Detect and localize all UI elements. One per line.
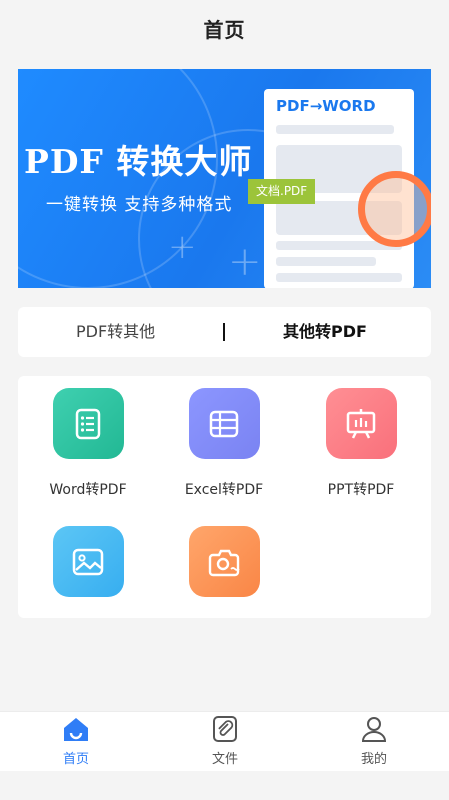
magnifier-icon (358, 171, 431, 247)
tab-other-to-pdf[interactable]: 其他转PDF (283, 307, 367, 357)
tab-mine[interactable]: 我的 (324, 712, 424, 767)
tab-files[interactable]: 文件 (175, 712, 275, 767)
top-header: 首页 (0, 0, 449, 56)
presentation-icon (325, 388, 397, 459)
image-icon (52, 526, 124, 597)
tab-label: 首页 (62, 752, 89, 767)
tool-label: Excel转PDF (184, 482, 264, 498)
doc-tag: 文档.PDF (248, 179, 316, 204)
page-title: 首页 (203, 17, 246, 42)
plus-decoration-icon: + (228, 239, 262, 285)
home-icon (64, 718, 88, 741)
conversion-mode-switch: PDF转其他 其他转PDF (18, 307, 431, 357)
bottom-tab-bar: 首页 文件 我的 (0, 711, 449, 771)
tab-label: 文件 (211, 752, 238, 767)
camera-icon (188, 526, 260, 597)
bottom-safe-area (0, 771, 449, 800)
banner-subtitle: 一键转换 支持多种格式 (46, 195, 233, 215)
tool-ppt-to-pdf[interactable]: PPT转PDF (291, 388, 431, 499)
tool-label: PPT转PDF (327, 482, 395, 498)
tool-excel-to-pdf[interactable]: Excel转PDF (154, 388, 294, 499)
doc-heading: PDF→WORD (276, 97, 376, 115)
tab-home[interactable]: 首页 (26, 712, 126, 767)
tools-panel: Word转PDF Excel转PDF PPT转PDF (18, 376, 431, 618)
spreadsheet-icon (188, 388, 260, 459)
user-icon (361, 717, 387, 742)
tab-label: 我的 (360, 752, 387, 767)
file-clip-icon (213, 716, 237, 742)
tool-photo-to-pdf[interactable] (154, 526, 294, 597)
tool-image-to-pdf[interactable] (18, 526, 158, 597)
tab-divider (223, 323, 225, 341)
tool-label: Word转PDF (49, 482, 127, 498)
promo-banner[interactable]: + + PDF→WORD 文档.PDF PDF 转换大师 一键转换 支持多种格式 (18, 69, 431, 288)
plus-decoration-icon: + (168, 227, 197, 267)
tab-pdf-to-other[interactable]: PDF转其他 (76, 307, 155, 357)
tool-word-to-pdf[interactable]: Word转PDF (18, 388, 158, 499)
banner-title: PDF 转换大师 (24, 142, 253, 181)
word-doc-icon (52, 388, 124, 459)
